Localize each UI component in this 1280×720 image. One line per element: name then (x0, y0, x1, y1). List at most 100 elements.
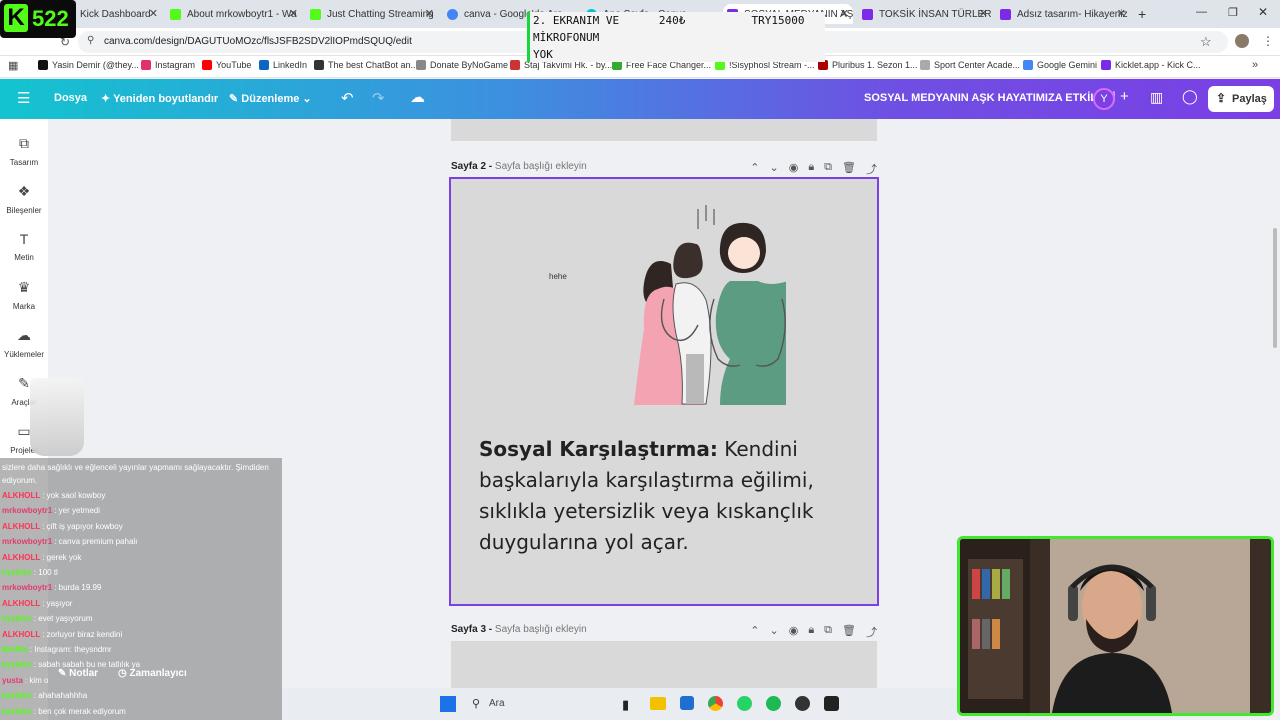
close-icon[interactable]: ✕ (979, 7, 988, 20)
close-icon[interactable]: ✕ (840, 7, 849, 20)
chat-username[interactable]: mrkowboytr1 (2, 583, 52, 592)
hide-icon[interactable]: ◉ (789, 161, 799, 177)
page-title-input[interactable]: Sayfa başlığı ekleyin (495, 624, 587, 635)
windows-start-icon[interactable] (440, 696, 456, 712)
resize-button[interactable]: ✦ Yeniden boyutlandır (101, 92, 218, 105)
bookmark-item[interactable]: Pluribus 1. Sezon 1... (818, 60, 918, 70)
bookmark-item[interactable]: Sport Center Acade... (920, 60, 1020, 70)
scrollbar-thumb[interactable] (1273, 228, 1277, 348)
chat-username[interactable]: ALKHOLL (2, 599, 40, 608)
redo-icon[interactable]: ↷ (372, 89, 385, 107)
more-bookmarks-icon[interactable]: » (1252, 59, 1258, 71)
chat-username[interactable]: byzkrkc (2, 660, 32, 669)
delete-icon[interactable]: 🗑︎ (842, 161, 856, 177)
sidebar-item-text[interactable]: T Metin (0, 231, 48, 262)
whatsapp-icon[interactable] (737, 696, 752, 711)
bookmark-star-icon[interactable]: ☆ (1200, 34, 1212, 50)
duplicate-icon[interactable]: ⧉ (824, 624, 832, 640)
maximize-icon[interactable]: ❐ (1228, 6, 1238, 19)
close-icon[interactable]: ✕ (1117, 7, 1126, 20)
chat-username[interactable]: byzkrkc (2, 614, 32, 623)
new-tab-icon[interactable]: + (1138, 6, 1146, 22)
profile-avatar[interactable] (1235, 34, 1249, 48)
tab-adsiz[interactable]: Adsız tasarım- Hikayeniz ✕ (1000, 4, 1130, 24)
store-icon[interactable] (680, 696, 694, 710)
cloud-save-icon[interactable]: ☁ (410, 88, 425, 106)
slide-text[interactable]: Sosyal Karşılaştırma: Kendini başkalarıy… (479, 434, 859, 558)
add-page-icon[interactable]: ⤴ (866, 161, 877, 177)
tab-toksik[interactable]: TOKSİK İNSAN TÜRLERİ ✕ (862, 4, 992, 24)
analytics-icon[interactable]: ▥ (1150, 89, 1163, 106)
apps-grid-icon[interactable]: ▦ (8, 59, 18, 72)
undo-icon[interactable]: ↶ (341, 89, 354, 107)
spotify-icon[interactable] (766, 696, 781, 711)
tab-about[interactable]: About mrkowboytr1 - Wa ✕ (170, 4, 302, 24)
search-icon[interactable]: ⚲ (472, 697, 480, 710)
chrome-icon[interactable] (708, 696, 723, 711)
close-icon[interactable]: ✕ (425, 7, 434, 20)
tab-kick-dashboard[interactable]: Kick Dashboard ✕ (80, 4, 162, 24)
chat-username[interactable]: byzkrkc (2, 568, 32, 577)
chevron-up-icon[interactable]: ⌃ (750, 624, 759, 640)
file-explorer-icon[interactable] (650, 697, 666, 710)
bookmark-item[interactable]: LinkedIn (259, 60, 307, 70)
epic-games-icon[interactable] (824, 696, 839, 711)
bookmark-item[interactable]: YouTube (202, 60, 251, 70)
hamburger-menu-icon[interactable]: ☰ (17, 89, 30, 107)
taskbar-search-label: Ara (489, 698, 505, 709)
chevron-up-icon[interactable]: ⌃ (750, 161, 759, 177)
bookmark-item[interactable]: Instagram (141, 60, 195, 70)
lock-icon[interactable]: 🔒︎ (808, 624, 814, 640)
site-info-icon[interactable]: ⚲ (87, 35, 94, 46)
obs-icon[interactable] (795, 696, 810, 711)
chat-username[interactable]: BotRix (2, 645, 28, 654)
share-button[interactable]: ⇪ Paylaş (1208, 86, 1274, 112)
close-icon[interactable]: ✕ (149, 7, 158, 20)
edit-menu[interactable]: ✎ Düzenleme ⌄ (229, 92, 312, 105)
chat-username[interactable]: ALKHOLL (2, 491, 40, 500)
page-1-preview[interactable] (451, 119, 877, 141)
bookmark-item[interactable]: Kicklet.app - Kick C... (1101, 60, 1201, 70)
add-collaborator-icon[interactable]: + (1120, 88, 1129, 105)
close-icon[interactable]: ✕ (289, 7, 298, 20)
notes-button[interactable]: ✎ Notlar (58, 668, 98, 679)
sidebar-item-design[interactable]: ⧉ Tasarım (0, 135, 48, 167)
chat-username[interactable]: ALKHOLL (2, 630, 40, 639)
sidebar-item-elements[interactable]: ❖ Bileşenler (0, 183, 48, 215)
delete-icon[interactable]: 🗑︎ (842, 624, 856, 640)
elements-icon: ❖ (17, 183, 31, 199)
sidebar-item-brand[interactable]: ♛ Marka (0, 279, 48, 311)
chat-username[interactable]: mrkowboytr1 (2, 506, 52, 515)
chat-username[interactable]: ALKHOLL (2, 522, 40, 531)
more-menu-icon[interactable]: ⋮ (1262, 34, 1274, 48)
add-page-icon[interactable]: ⤴ (866, 624, 877, 640)
chat-username[interactable]: byzkrkc (2, 691, 32, 700)
chevron-down-icon[interactable]: ⌄ (769, 161, 778, 177)
chat-username[interactable]: mrkowboytr1 (2, 537, 52, 546)
hide-icon[interactable]: ◉ (789, 624, 799, 640)
lock-icon[interactable]: 🔒︎ (808, 161, 814, 177)
tab-just-chatting[interactable]: Just Chatting Streaming ✕ (310, 4, 438, 24)
duplicate-icon[interactable]: ⧉ (824, 161, 832, 177)
page-3-slide[interactable] (451, 641, 877, 688)
window-close-icon[interactable]: ✕ (1258, 5, 1268, 19)
bookmark-item[interactable]: The best ChatBot an... (314, 60, 418, 70)
design-title[interactable]: SOSYAL MEDYANIN AŞK HAYATIMIZA ETKİLERİ (864, 92, 1115, 104)
minimize-icon[interactable]: — (1196, 6, 1207, 18)
page-2-slide[interactable]: hehe Sosyal Karşılaştırma: Kendini başka… (449, 177, 879, 606)
bookmark-item[interactable]: Google Gemini (1023, 60, 1097, 70)
chevron-down-icon[interactable]: ⌄ (769, 624, 778, 640)
task-view-icon[interactable]: ▮ (622, 697, 629, 713)
sidebar-label: Marka (12, 302, 36, 311)
page-title-input[interactable]: Sayfa başlığı ekleyin (495, 161, 587, 172)
sidebar-item-uploads[interactable]: ☁ Yüklemeler (0, 327, 48, 359)
bookmark-item[interactable]: Donate ByNoGame (416, 60, 508, 70)
chat-username[interactable]: byzkrkc (2, 707, 32, 716)
user-avatar[interactable]: Y (1093, 88, 1115, 110)
comment-icon[interactable]: ◯ (1182, 88, 1198, 105)
bookmark-item[interactable]: Yasin Demir (@they... (38, 60, 139, 70)
chat-username[interactable]: yusta (2, 676, 23, 685)
timer-button[interactable]: ◷ Zamanlayıcı (118, 668, 187, 679)
file-menu[interactable]: Dosya (54, 92, 87, 104)
chat-username[interactable]: ALKHOLL (2, 553, 40, 562)
